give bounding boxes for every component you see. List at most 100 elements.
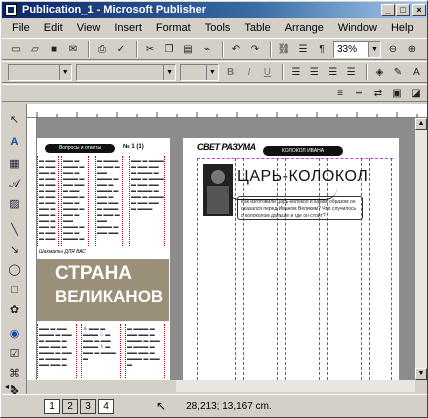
font-size-combo[interactable]: ▼ [180,63,219,81]
menu-format[interactable]: Format [156,22,191,34]
line-color-icon[interactable]: ✎ [390,64,405,80]
font-color-icon[interactable]: A [409,64,424,80]
vertical-ruler[interactable] [27,118,37,380]
align-center-icon[interactable]: ☰ [307,64,322,80]
paste-icon[interactable]: ▤ [180,41,196,57]
align-right-icon[interactable]: ☰ [325,64,340,80]
format-painter-icon[interactable]: ⌁ [199,41,215,57]
zoom-combo[interactable]: 33% ▼ [333,40,381,58]
shadow-style-icon[interactable]: ▣ [389,85,405,101]
cursor-arrow-icon: ↖ [156,399,167,413]
fill-color-icon[interactable]: ◈ [372,64,387,80]
menu-window[interactable]: Window [338,22,377,34]
page-right[interactable]: СВЕТ РАЗУМА КОЛОКОЛ ИВАНА ЦАРЬ-КОЛОКОЛ К… [183,138,399,380]
3d-style-icon[interactable]: ◪ [408,85,424,101]
horizontal-scrollbar[interactable] [176,380,415,392]
cut-icon[interactable]: ✂ [142,41,158,57]
toolbar-separator [222,41,224,57]
scroll-arrows-icon[interactable]: ◂ ▸ [5,381,25,393]
chevron-down-icon[interactable]: ▼ [368,41,380,57]
menu-insert[interactable]: Insert [114,22,142,34]
menu-help[interactable]: Help [391,22,414,34]
style-combo[interactable]: ▼ [8,63,72,81]
dash-style-icon[interactable]: ┅ [351,85,367,101]
autoshapes-icon[interactable]: ✿ [6,302,23,319]
menu-bar: File Edit View Insert Format Tools Table… [2,19,427,37]
justify-icon[interactable]: ☰ [343,64,358,80]
chevron-down-icon[interactable]: ▼ [58,64,71,80]
horizontal-ruler[interactable] [27,104,427,118]
font-combo[interactable]: ▼ [75,63,177,81]
italic-button[interactable]: I [241,64,256,80]
scroll-up-icon[interactable]: ▲ [415,118,427,130]
underline-button[interactable]: U [260,64,275,80]
toolbar-separator [136,41,138,57]
zoom-in-icon[interactable]: ⊕ [404,41,420,57]
redo-icon[interactable]: ↷ [247,41,263,57]
menu-table[interactable]: Table [244,22,270,34]
undo-icon[interactable]: ↶ [228,41,244,57]
title-bar: Publication_1 - Microsoft Publisher _ □ … [2,2,427,18]
pointer-icon[interactable]: ↖ [6,112,23,129]
chevron-down-icon[interactable]: ▼ [205,64,218,80]
page-button-2[interactable]: 2 [62,398,78,414]
issue-number: № 1 (1) [123,144,144,150]
text-box-icon[interactable]: A [6,134,23,151]
text-column: ♙ ▬▬ ▬ ▬▬▬ ♘ ▬ ▬▬ ▬ ▬▬ ▬▬▬ ♗ ▬ ▬▬ ▬ ▬▬▬ … [83,326,116,362]
publisher-window: Publication_1 - Microsoft Publisher _ □ … [0,0,428,418]
margin-guide [197,158,393,159]
wordart-icon[interactable]: 𝒜 [6,176,23,193]
menu-edit[interactable]: Edit [44,22,63,34]
columns-icon[interactable]: ☰ [295,41,311,57]
menu-tools[interactable]: Tools [205,22,231,34]
open-folder-icon[interactable]: ▱ [27,41,43,57]
copy-icon[interactable]: ❐ [161,41,177,57]
table-icon[interactable]: ▦ [6,156,23,173]
document-workspace[interactable]: Вопросы и ответы № 1 (1) ▬ ▬▬ ▬ ▬▬ ▬▬ ▬ … [37,118,415,380]
arrow-style-icon[interactable]: ⇄ [370,85,386,101]
bold-button[interactable]: B [223,64,238,80]
rectangle-icon[interactable]: □ [6,282,23,299]
arrow-icon[interactable]: ↘ [6,242,23,259]
email-icon[interactable]: ✉ [65,41,81,57]
line-icon[interactable]: ╲ [6,222,23,239]
publisher-app-icon[interactable] [5,4,17,16]
menu-arrange[interactable]: Arrange [285,22,324,34]
hot-spot-icon[interactable]: ◉ [6,326,23,343]
text-column: ▬▬ ▬ ▬▬▬ ▬ ▬▬ ▬▬ ▬ ▬▬▬ ▬ ▬▬ ▬ ▬▬▬ ▬ ▬▬ ▬… [131,158,164,212]
zoom-out-icon[interactable]: ⊖ [385,41,401,57]
align-left-icon[interactable]: ☰ [288,64,303,80]
minimize-button[interactable]: _ [381,4,395,16]
page-left[interactable]: Вопросы и ответы № 1 (1) ▬ ▬▬ ▬ ▬▬ ▬▬ ▬ … [37,138,170,380]
column-guide [197,158,198,380]
text-column: ▬ ▬▬▬ ▬ ▬▬ ▬▬ ▬ ▬▬▬ ▬ ▬▬ ▬ ▬▬▬ ▬ ▬▬ ▬▬ ▬… [127,326,160,368]
save-icon[interactable]: ■ [46,41,62,57]
close-button[interactable]: × [412,4,426,16]
page-button-4[interactable]: 4 [98,398,114,414]
maximize-button[interactable]: □ [396,4,410,16]
scroll-down-icon[interactable]: ▼ [415,368,427,380]
hyperlink-icon[interactable]: ⛓ [276,41,292,57]
ruler-ticks [36,112,418,118]
banner-line-1: СТРАНА [55,263,133,284]
zoom-value: 33% [337,43,358,55]
form-control-icon[interactable]: ☑ [6,346,23,363]
chevron-down-icon[interactable]: ▼ [163,64,176,80]
page-button-3[interactable]: 3 [80,398,96,414]
show-formatting-button[interactable]: ¶ [314,41,330,57]
spelling-icon[interactable]: ✓ [113,41,129,57]
vertical-scrollbar[interactable]: ▲ ▼ [415,118,427,380]
oval-icon[interactable]: ◯ [6,262,23,279]
page-button-1[interactable]: 1 [44,398,60,414]
line-style-icon[interactable]: ≡ [332,85,348,101]
toolbar-separator [282,64,285,80]
menu-view[interactable]: View [77,22,101,34]
new-document-icon[interactable]: ▭ [8,41,24,57]
status-bar: 1 2 3 4 ↖ 28,213; 13,167 cm. [2,394,427,417]
text-column: ▬▬ ▬ ▬▬ ▬▬▬ ▬ ▬▬ ▬ ▬▬▬ ▬ ▬▬ ▬▬ ▬ ▬▬▬ ▬ ▬… [39,326,72,368]
picture-icon[interactable]: ▨ [6,196,23,213]
cursor-coordinates: 28,213; 13,167 cm. [186,400,272,412]
menu-file[interactable]: File [12,22,30,34]
print-icon[interactable]: ⎙ [94,41,110,57]
picture-toolbar: ≡ ┅ ⇄ ▣ ◪ [2,84,427,102]
